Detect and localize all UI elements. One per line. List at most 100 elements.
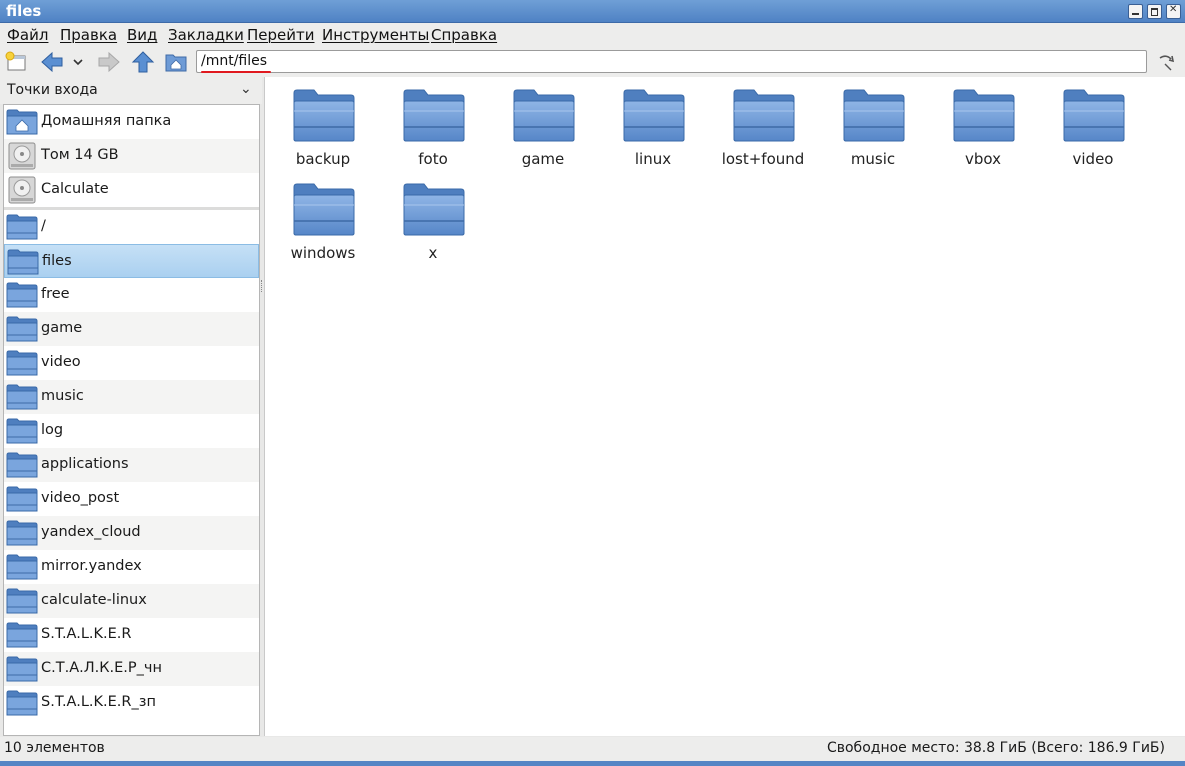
file-item-label: lost+found [721, 150, 805, 168]
sidebar-item-bookmark[interactable]: video_post [4, 482, 259, 516]
menu-bar: Файл Правка Вид Закладки Перейти Инструм… [0, 23, 1185, 47]
window-bottom-edge [0, 761, 1185, 766]
chevron-down-icon: ⌄ [240, 81, 252, 97]
folder-icon [6, 656, 38, 682]
sidebar-item-label: free [41, 286, 70, 302]
folder-icon [6, 554, 38, 580]
folder-icon [6, 452, 38, 478]
sidebar-item-bookmark[interactable]: S.T.A.L.K.E.R_зп [4, 686, 259, 720]
sidebar-item-bookmark[interactable]: yandex_cloud [4, 516, 259, 550]
file-item-label: windows [290, 244, 356, 262]
menu-view[interactable]: Вид [127, 26, 157, 44]
file-item[interactable]: windows [273, 173, 373, 263]
folder-icon [843, 89, 905, 142]
location-bar[interactable]: /mnt/files [196, 50, 1147, 73]
menu-bookmarks[interactable]: Закладки [168, 26, 244, 44]
file-item[interactable]: vbox [933, 79, 1033, 169]
item-count: 10 элементов [4, 740, 105, 756]
drive-icon [8, 142, 36, 170]
folder-icon [733, 89, 795, 142]
sidebar-item-place[interactable]: Calculate [4, 173, 259, 207]
folder-icon [6, 282, 38, 308]
file-item[interactable]: backup [273, 79, 373, 169]
sidebar-item-bookmark[interactable]: free [4, 278, 259, 312]
file-item[interactable]: lost+found [713, 79, 813, 169]
file-item-label: vbox [965, 150, 1001, 168]
reload-icon[interactable] [1155, 50, 1177, 74]
window-title: files [6, 2, 42, 20]
folder-icon [1063, 89, 1125, 142]
folder-icon [953, 89, 1015, 142]
close-button[interactable] [1166, 4, 1181, 19]
minimize-button[interactable] [1128, 4, 1143, 19]
sidebar-item-bookmark[interactable]: game [4, 312, 259, 346]
home-folder-icon[interactable] [164, 50, 188, 74]
sidebar-item-bookmark[interactable]: video [4, 346, 259, 380]
sidebar-item-label: S.T.A.L.K.E.R [41, 626, 132, 642]
file-item[interactable]: video [1043, 79, 1143, 169]
sidebar-item-bookmark[interactable]: calculate-linux [4, 584, 259, 618]
sidebar-item-bookmark[interactable]: music [4, 380, 259, 414]
up-arrow-icon[interactable] [131, 50, 155, 74]
new-window-icon[interactable] [4, 50, 28, 74]
sidebar-item-label: files [42, 253, 72, 269]
sidebar-item-label: Calculate [41, 181, 109, 197]
folder-icon [6, 418, 38, 444]
sidebar-item-label: video_post [41, 490, 120, 506]
home-folder-icon [6, 109, 38, 135]
sidebar-item-label: yandex_cloud [41, 524, 141, 540]
folder-icon [6, 350, 38, 376]
menu-edit[interactable]: Правка [60, 26, 117, 44]
free-space: Свободное место: 38.8 ГиБ (Всего: 186.9 … [826, 740, 1165, 756]
sidebar-item-label: calculate-linux [41, 592, 147, 608]
folder-icon [6, 214, 38, 240]
sidebar-header[interactable]: Точки входа ⌄ [0, 77, 262, 104]
sidebar-item-bookmark[interactable]: files [4, 244, 259, 278]
sidebar-header-label: Точки входа [7, 82, 98, 98]
maximize-button[interactable] [1147, 4, 1162, 19]
sidebar-item-bookmark[interactable]: mirror.yandex [4, 550, 259, 584]
location-path: /mnt/files [201, 53, 268, 69]
file-item-label: foto [418, 150, 448, 168]
chevron-down-icon[interactable] [70, 50, 86, 74]
menu-tools[interactable]: Инструменты [322, 26, 429, 44]
file-item-label: video [1072, 150, 1114, 168]
file-item-label: game [521, 150, 565, 168]
menu-help[interactable]: Справка [431, 26, 497, 44]
file-item-label: x [428, 244, 438, 262]
folder-icon [6, 520, 38, 546]
sidebar-item-label: video [41, 354, 81, 370]
sidebar: Домашняя папка Том 14 GB Calculate / fil… [3, 104, 260, 736]
file-item-label: music [850, 150, 896, 168]
file-item[interactable]: linux [603, 79, 703, 169]
sidebar-item-label: S.T.A.L.K.E.R_зп [41, 694, 156, 710]
folder-icon [6, 588, 38, 614]
folder-icon [6, 622, 38, 648]
path-underline-mark [201, 71, 271, 73]
file-item[interactable]: x [383, 173, 483, 263]
folder-icon [6, 316, 38, 342]
sidebar-item-place[interactable]: Том 14 GB [4, 139, 259, 173]
folder-icon [293, 89, 355, 142]
title-bar: files [0, 0, 1185, 23]
back-arrow-icon[interactable] [40, 50, 64, 74]
sidebar-item-bookmark[interactable]: / [4, 210, 259, 244]
sidebar-item-label: Домашняя папка [41, 113, 172, 129]
sidebar-item-bookmark[interactable]: С.Т.А.Л.К.Е.Р_чн [4, 652, 259, 686]
sidebar-item-bookmark[interactable]: log [4, 414, 259, 448]
menu-go[interactable]: Перейти [247, 26, 315, 44]
folder-icon [403, 89, 465, 142]
file-view: backup foto game linux lost+found music … [264, 77, 1185, 736]
file-item[interactable]: foto [383, 79, 483, 169]
folder-icon [6, 384, 38, 410]
status-bar: 10 элементов Свободное место: 38.8 ГиБ (… [0, 737, 1185, 761]
sidebar-item-bookmark[interactable]: S.T.A.L.K.E.R [4, 618, 259, 652]
sidebar-item-bookmark[interactable]: applications [4, 448, 259, 482]
sidebar-item-place[interactable]: Домашняя папка [4, 105, 259, 139]
file-item[interactable]: music [823, 79, 923, 169]
menu-file[interactable]: Файл [7, 26, 48, 44]
folder-icon [6, 690, 38, 716]
file-item[interactable]: game [493, 79, 593, 169]
forward-arrow-icon[interactable] [97, 50, 121, 74]
folder-icon [293, 183, 355, 236]
